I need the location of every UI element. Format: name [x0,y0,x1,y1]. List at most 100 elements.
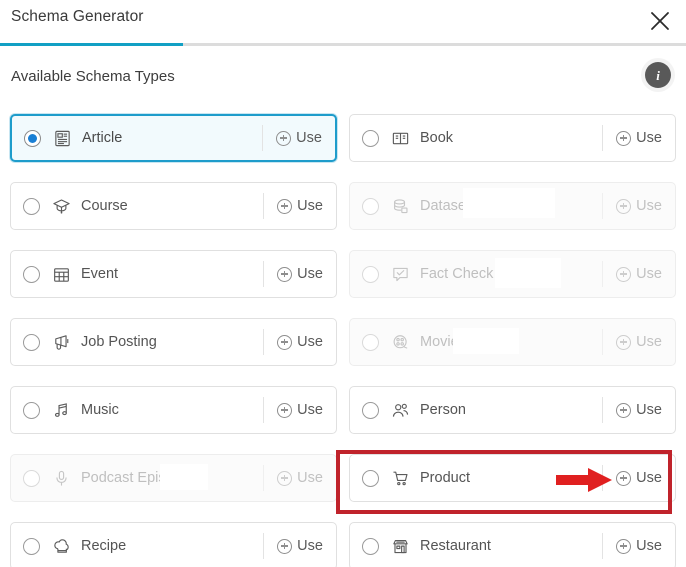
schema-type-label: Movie [420,334,459,350]
use-button-label: Use [636,334,662,350]
header-active-tab-underline [0,43,183,46]
schema-type-card-fact-check: Fact Check Use [349,250,676,298]
use-button[interactable]: Use [263,130,335,146]
dialog-title: Schema Generator [11,8,144,25]
radio-button[interactable] [23,265,40,283]
schema-type-label: Music [81,402,119,418]
plus-circle-icon [616,266,632,282]
schema-type-grid: Article Use Book Use Course Use Dataset Use Even… [0,110,686,567]
course-icon [51,196,71,216]
schema-type-row: Event Use Fact Check Use [0,246,686,314]
schema-type-row: Course Use Dataset Use [0,178,686,246]
schema-type-label: Restaurant [420,538,491,554]
plus-circle-icon [277,198,293,214]
plus-circle-icon [616,538,632,554]
use-button-label: Use [297,538,323,554]
radio-button[interactable] [23,537,40,555]
use-button[interactable]: Use [603,470,675,486]
person-icon [390,400,410,420]
section-title: Available Schema Types [11,68,175,85]
schema-type-card-course[interactable]: Course Use [10,182,337,230]
plus-circle-icon [276,130,292,146]
use-button[interactable]: Use [264,198,336,214]
schema-type-label: Article [82,130,123,146]
use-button: Use [264,470,336,486]
schema-type-label: Recipe [81,538,127,554]
use-button[interactable]: Use [264,402,336,418]
radio-button [23,469,40,487]
movie-icon [390,332,410,352]
schema-type-label: Person [420,402,466,418]
event-icon [51,264,71,284]
plus-circle-icon [277,538,293,554]
schema-type-row: Podcast Episode Use Product Use [0,450,686,518]
schema-generator-dialog: Schema Generator Available Schema Types … [0,0,686,567]
schema-type-label: Podcast Episode [81,470,190,486]
schema-type-card-movie: Movie Use [349,318,676,366]
radio-button[interactable] [23,401,40,419]
dialog-header: Schema Generator [0,0,686,46]
use-button[interactable]: Use [264,538,336,554]
plus-circle-icon [616,470,632,486]
schema-type-card-product[interactable]: Product Use [349,454,676,502]
use-button-label: Use [636,470,662,486]
schema-type-label: Product [420,470,470,486]
use-button[interactable]: Use [264,266,336,282]
plus-circle-icon [277,470,293,486]
use-button[interactable]: Use [603,402,675,418]
plus-circle-icon [616,402,632,418]
radio-button [362,333,379,351]
schema-type-row: Music Use Person Use [0,382,686,450]
radio-button[interactable] [23,197,40,215]
schema-type-card-book[interactable]: Book Use [349,114,676,162]
use-button[interactable]: Use [264,334,336,350]
schema-type-card-article[interactable]: Article Use [10,114,337,162]
use-button[interactable]: Use [603,538,675,554]
radio-button [362,197,379,215]
schema-type-card-recipe[interactable]: Recipe Use [10,522,337,567]
recipe-icon [51,536,71,556]
schema-type-card-job-posting[interactable]: Job Posting Use [10,318,337,366]
schema-type-card-restaurant[interactable]: Restaurant Use [349,522,676,567]
use-button-label: Use [297,334,323,350]
schema-type-card-event[interactable]: Event Use [10,250,337,298]
schema-type-label: Course [81,198,128,214]
close-button[interactable] [643,4,677,38]
schema-type-card-person[interactable]: Person Use [349,386,676,434]
use-button: Use [603,198,675,214]
use-button-label: Use [636,402,662,418]
schema-type-row: Job Posting Use Movie Use [0,314,686,382]
schema-type-card-dataset: Dataset Use [349,182,676,230]
schema-type-card-podcast-episode: Podcast Episode Use [10,454,337,502]
use-button-label: Use [297,402,323,418]
radio-button[interactable] [24,129,41,147]
radio-button[interactable] [362,129,379,147]
plus-circle-icon [616,130,632,146]
schema-type-card-music[interactable]: Music Use [10,386,337,434]
schema-type-label: Event [81,266,119,282]
use-button: Use [603,334,675,350]
radio-button[interactable] [362,537,379,555]
use-button[interactable]: Use [603,130,675,146]
plus-circle-icon [616,198,632,214]
schema-type-label: Dataset [420,198,470,214]
factcheck-icon [390,264,410,284]
use-button-label: Use [297,470,323,486]
use-button-label: Use [296,130,322,146]
radio-button[interactable] [23,333,40,351]
use-button-label: Use [636,198,662,214]
info-button[interactable]: i [641,58,675,92]
info-icon: i [645,62,671,88]
close-icon [649,10,671,32]
music-icon [51,400,71,420]
use-button-label: Use [297,266,323,282]
radio-button[interactable] [362,469,379,487]
use-button: Use [603,266,675,282]
radio-button [362,265,379,283]
schema-type-row: Recipe Use Restaurant Use [0,518,686,567]
schema-type-row: Article Use Book Use [0,110,686,178]
dataset-icon [390,196,410,216]
jobposting-icon [51,332,71,352]
schema-type-label: Fact Check [420,266,494,282]
radio-button[interactable] [362,401,379,419]
